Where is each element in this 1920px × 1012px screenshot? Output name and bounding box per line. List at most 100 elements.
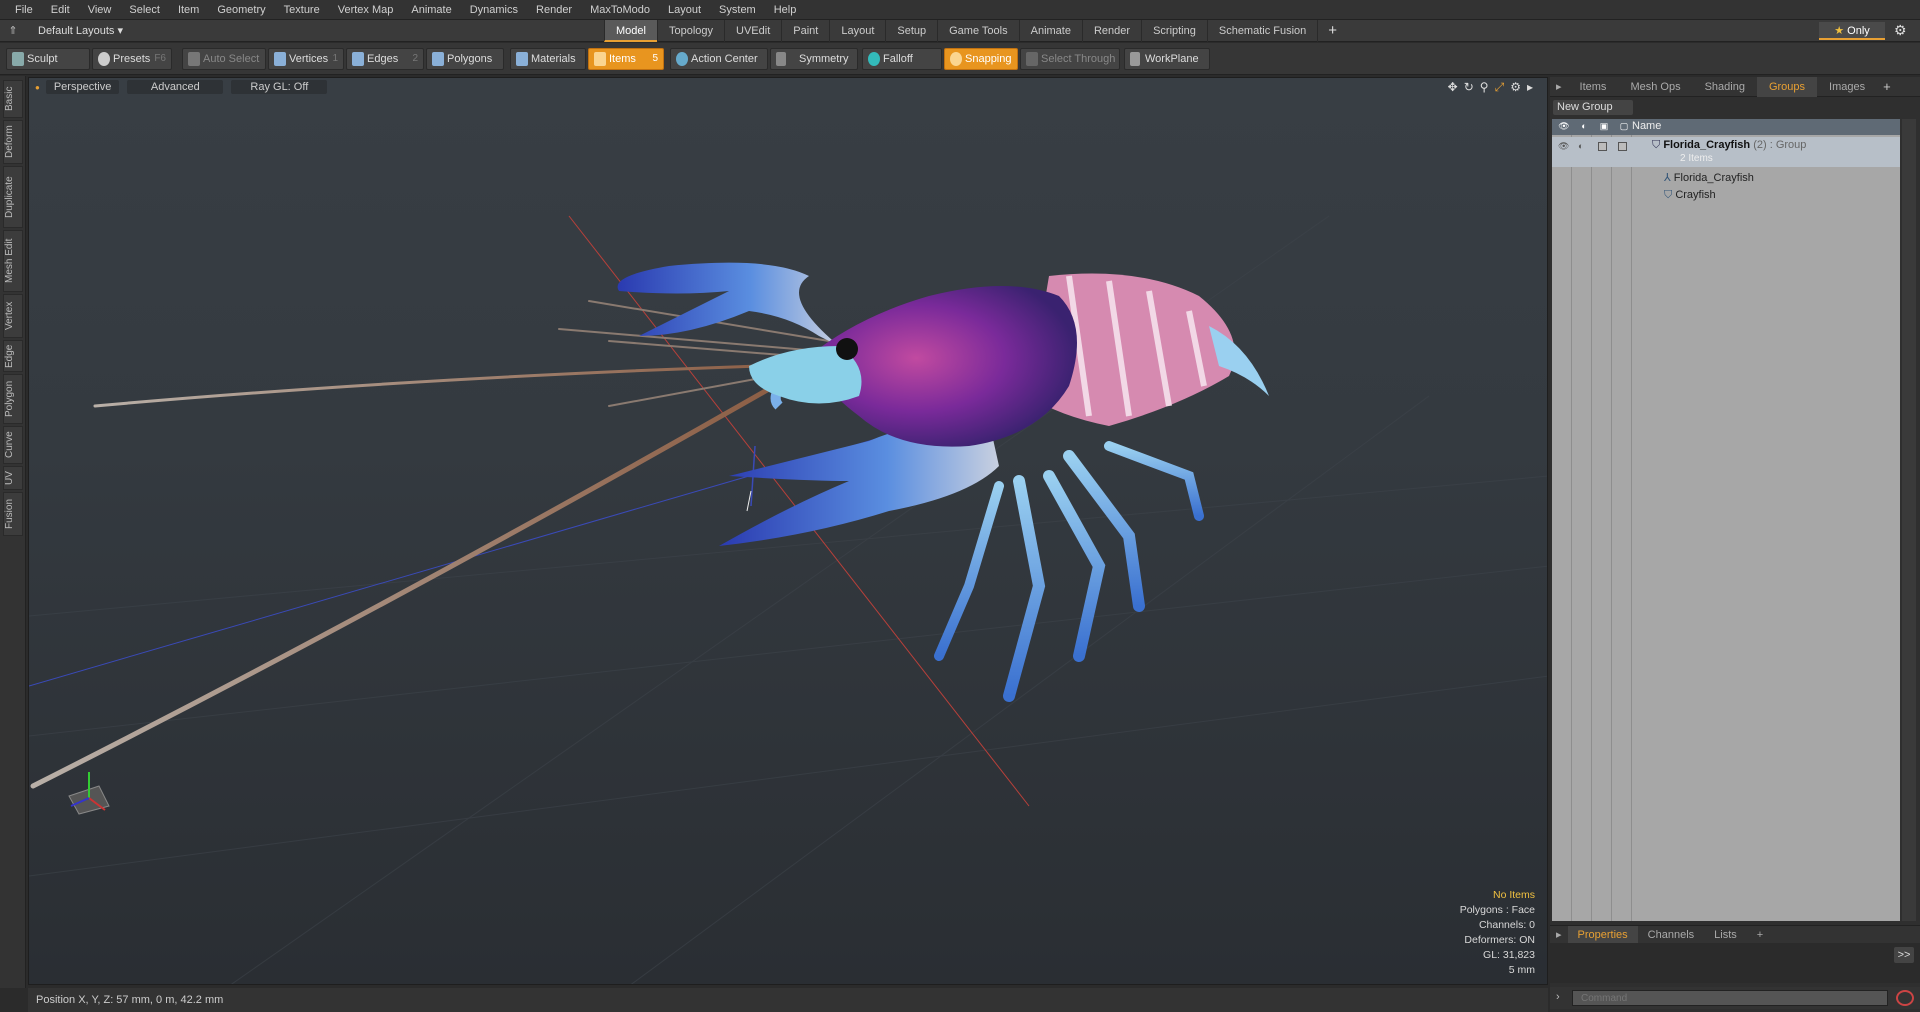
menu-dynamics[interactable]: Dynamics — [461, 0, 527, 20]
only-button[interactable]: ★ Only — [1819, 22, 1885, 40]
menu-help[interactable]: Help — [765, 0, 806, 20]
new-group-button[interactable]: New Group — [1553, 100, 1633, 115]
right-panel-tabs: ▸ Items Mesh Ops Shading Groups Images + — [1550, 76, 1920, 97]
menu-view[interactable]: View — [79, 0, 121, 20]
layout-collapse-icon[interactable]: ⇑ — [0, 24, 26, 37]
left-tab-deform[interactable]: Deform — [3, 120, 23, 164]
panel-tab-mesh-ops[interactable]: Mesh Ops — [1618, 77, 1692, 97]
materials-button[interactable]: Materials — [510, 48, 586, 70]
tab-render[interactable]: Render — [1081, 20, 1141, 42]
auto-select-button[interactable]: Auto Select — [182, 48, 266, 70]
tab-topology[interactable]: Topology — [656, 20, 724, 42]
menu-animate[interactable]: Animate — [402, 0, 460, 20]
shading-advanced-button[interactable]: Advanced — [127, 80, 224, 94]
maximize-view-icon[interactable]: ⤢ — [1495, 80, 1505, 95]
modo-window: File Edit View Select Item Geometry Texture Ver… — [0, 0, 1920, 1012]
group-child-row[interactable]: ⛉ Crayfish — [1552, 187, 1900, 205]
group-list-scrollbar[interactable] — [1902, 119, 1916, 921]
menu-system[interactable]: System — [710, 0, 765, 20]
left-tab-curve[interactable]: Curve — [3, 426, 23, 464]
tab-uvedit[interactable]: UVEdit — [724, 20, 781, 42]
edges-button[interactable]: Edges 2 — [346, 48, 424, 70]
zoom-view-icon[interactable]: ⚲ — [1480, 80, 1489, 95]
bottom-tab-lists[interactable]: Lists — [1704, 926, 1747, 944]
menu-render[interactable]: Render — [527, 0, 581, 20]
rotate-view-icon[interactable]: ↻ — [1464, 80, 1474, 95]
items-button[interactable]: Items 5 — [588, 48, 664, 70]
edges-label: Edges — [367, 53, 399, 65]
add-panel-tab-icon[interactable]: + — [1877, 77, 1897, 97]
left-tab-basic[interactable]: Basic — [3, 80, 23, 118]
auto-select-icon — [188, 52, 200, 66]
panel-menu-icon[interactable]: ▸ — [1550, 77, 1568, 97]
tab-game-tools[interactable]: Game Tools — [937, 20, 1019, 42]
raygl-button[interactable]: Ray GL: Off — [231, 80, 328, 94]
panel-tab-items[interactable]: Items — [1568, 77, 1619, 97]
menu-select[interactable]: Select — [120, 0, 169, 20]
view-perspective-button[interactable]: Perspective — [45, 80, 120, 94]
symmetry-button[interactable]: Symmetry — [770, 48, 858, 70]
panel-tab-groups[interactable]: Groups — [1756, 76, 1818, 97]
group-child-row[interactable]: ⅄ Florida_Crayfish — [1552, 169, 1900, 187]
command-input[interactable] — [1572, 990, 1888, 1006]
panel-tab-images[interactable]: Images — [1817, 77, 1877, 97]
record-button[interactable] — [1896, 990, 1914, 1006]
render-toggle-icon[interactable]: ◐ — [1578, 141, 1588, 151]
left-tab-vertex[interactable]: Vertex — [3, 294, 23, 338]
tab-paint[interactable]: Paint — [781, 20, 829, 42]
tab-model[interactable]: Model — [604, 20, 657, 42]
move-view-icon[interactable]: ✥ — [1448, 80, 1458, 95]
add-bottom-tab-icon[interactable]: + — [1747, 926, 1773, 944]
menu-file[interactable]: File — [6, 0, 42, 20]
menu-edit[interactable]: Edit — [42, 0, 79, 20]
left-tab-mesh-edit[interactable]: Mesh Edit — [3, 230, 23, 292]
3d-viewport[interactable]: ● Perspective Advanced Ray GL: Off ✥ ↻ ⚲… — [28, 77, 1548, 985]
tab-schematic-fusion[interactable]: Schematic Fusion — [1206, 20, 1317, 42]
menu-vertex-map[interactable]: Vertex Map — [329, 0, 403, 20]
menu-item[interactable]: Item — [169, 0, 208, 20]
polygons-button[interactable]: Polygons — [426, 48, 504, 70]
snapping-button[interactable]: Snapping — [944, 48, 1018, 70]
select-checkbox[interactable] — [1618, 142, 1627, 151]
add-tab-icon[interactable]: + — [1317, 20, 1347, 42]
left-tab-duplicate[interactable]: Duplicate — [3, 166, 23, 228]
bottom-tab-properties[interactable]: Properties — [1567, 925, 1638, 944]
menu-maxtomodo[interactable]: MaxToModo — [581, 0, 659, 20]
eye-icon[interactable]: 👁 — [1558, 141, 1569, 151]
left-tab-uv[interactable]: UV — [3, 466, 23, 490]
sculpt-button[interactable]: Sculpt — [6, 48, 90, 70]
left-tab-polygon[interactable]: Polygon — [3, 374, 23, 424]
select-through-button[interactable]: Select Through — [1020, 48, 1120, 70]
left-tab-fusion[interactable]: Fusion — [3, 492, 23, 536]
sculpt-label: Sculpt — [27, 53, 58, 65]
falloff-button[interactable]: Falloff — [862, 48, 942, 70]
properties-menu-icon[interactable]: ▸ — [1550, 926, 1568, 944]
stat-scale: 5 mm — [1508, 964, 1535, 976]
right-panel: ▸ Items Mesh Ops Shading Groups Images + New G… — [1550, 76, 1920, 1012]
group-item-count: 2 Items — [1680, 153, 1713, 164]
viewport-menu-icon[interactable]: ▸ — [1527, 80, 1533, 95]
group-row-florida-crayfish[interactable]: 👁 ◐ ⛉ Florida_Crayfish (2) : Group 2 Ite… — [1552, 137, 1900, 167]
polygons-label: Polygons — [447, 53, 493, 65]
layout-selector[interactable]: Default Layouts ▾ — [26, 24, 136, 37]
tab-setup[interactable]: Setup — [885, 20, 937, 42]
expand-arrow-button[interactable]: >> — [1894, 947, 1914, 963]
workplane-button[interactable]: WorkPlane — [1124, 48, 1210, 70]
group-list: 👁 ◐ ▣ ▢ Name 👁 ◐ ⛉ Florida_Crayfish (2) — [1552, 119, 1900, 921]
gear-icon[interactable]: ⚙ — [1894, 22, 1907, 39]
menu-geometry[interactable]: Geometry — [208, 0, 274, 20]
left-tab-edge[interactable]: Edge — [3, 340, 23, 372]
panel-tab-shading[interactable]: Shading — [1693, 77, 1757, 97]
menu-texture[interactable]: Texture — [275, 0, 329, 20]
tab-animate[interactable]: Animate — [1018, 20, 1082, 42]
menu-layout[interactable]: Layout — [659, 0, 710, 20]
group-list-header: 👁 ◐ ▣ ▢ Name — [1552, 119, 1900, 135]
vertices-button[interactable]: Vertices 1 — [268, 48, 344, 70]
lock-checkbox[interactable] — [1598, 142, 1607, 151]
tab-layout[interactable]: Layout — [829, 20, 885, 42]
tab-scripting[interactable]: Scripting — [1141, 20, 1207, 42]
action-center-button[interactable]: Action Center — [670, 48, 768, 70]
bottom-tab-channels[interactable]: Channels — [1638, 926, 1704, 944]
presets-button[interactable]: Presets F6 — [92, 48, 172, 70]
viewport-gear-icon[interactable]: ⚙ — [1510, 80, 1521, 95]
